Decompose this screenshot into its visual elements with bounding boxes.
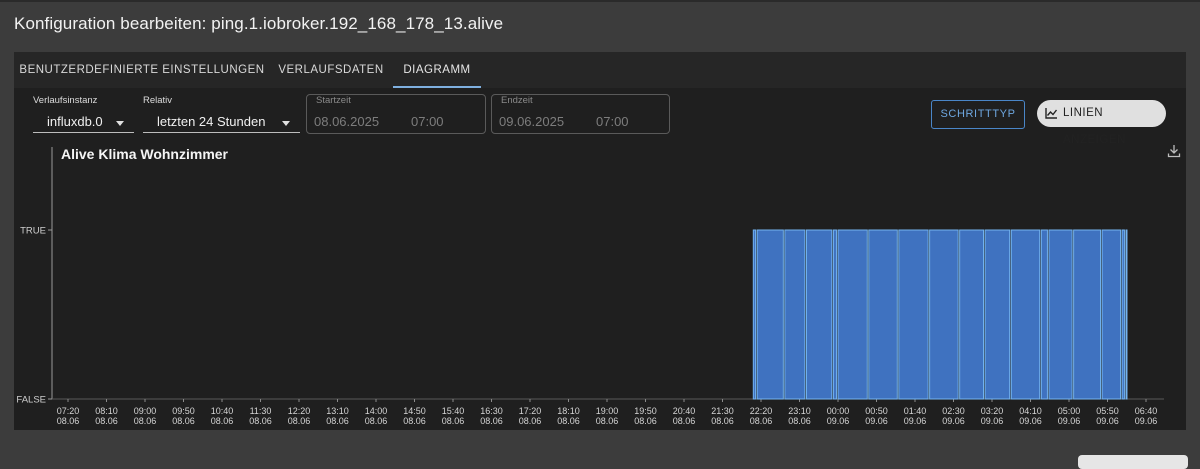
x-tick-time-label: 07:20 <box>57 406 80 416</box>
x-tick-date-label: 08.06 <box>634 416 657 426</box>
x-tick-time-label: 10:40 <box>211 406 234 416</box>
x-tick-date-label: 09.06 <box>981 416 1004 426</box>
x-tick-date-label: 08.06 <box>403 416 426 426</box>
x-tick-date-label: 08.06 <box>557 416 580 426</box>
true-interval-bar <box>1010 229 1041 400</box>
true-interval-bar <box>868 229 898 400</box>
x-tick-date-label: 08.06 <box>288 416 311 426</box>
x-tick-date-label: 09.06 <box>1058 416 1081 426</box>
x-tick-time-label: 14:00 <box>365 406 388 416</box>
x-tick-time-label: 02:30 <box>942 406 965 416</box>
true-interval-bar <box>832 229 837 400</box>
x-tick-time-label: 22:20 <box>750 406 773 416</box>
x-tick-date-label: 08.06 <box>57 416 80 426</box>
x-tick-date-label: 09.06 <box>904 416 927 426</box>
true-interval-bar <box>1125 229 1128 400</box>
x-tick-time-label: 03:20 <box>981 406 1004 416</box>
x-tick-date-label: 08.06 <box>172 416 195 426</box>
x-tick-time-label: 19:00 <box>596 406 619 416</box>
x-tick-time-label: 00:50 <box>865 406 888 416</box>
x-tick-time-label: 00:00 <box>827 406 850 416</box>
true-interval-bar <box>898 229 929 400</box>
x-tick-time-label: 04:10 <box>1019 406 1042 416</box>
x-tick-time-label: 14:50 <box>403 406 426 416</box>
x-tick-time-label: 20:40 <box>673 406 696 416</box>
x-tick-time-label: 05:50 <box>1096 406 1119 416</box>
true-interval-bar <box>984 229 1011 400</box>
x-tick-date-label: 09.06 <box>1019 416 1042 426</box>
x-tick-date-label: 09.06 <box>1135 416 1158 426</box>
y-tick-label: TRUE <box>20 226 46 237</box>
true-interval-bar <box>837 229 868 400</box>
x-tick-time-label: 09:00 <box>134 406 157 416</box>
true-interval-bar <box>752 229 757 400</box>
x-tick-time-label: 11:30 <box>250 406 272 416</box>
x-tick-date-label: 08.06 <box>519 416 542 426</box>
x-tick-time-label: 16:30 <box>480 406 503 416</box>
true-interval-bar <box>805 229 833 400</box>
x-tick-date-label: 08.06 <box>711 416 734 426</box>
x-tick-date-label: 08.06 <box>95 416 118 426</box>
x-tick-date-label: 08.06 <box>134 416 157 426</box>
x-tick-time-label: 09:50 <box>172 406 195 416</box>
x-tick-time-label: 01:40 <box>904 406 927 416</box>
x-tick-date-label: 08.06 <box>673 416 696 426</box>
x-tick-time-label: 06:40 <box>1135 406 1158 416</box>
true-interval-bar <box>959 229 985 400</box>
true-interval-bar <box>1073 229 1102 400</box>
x-tick-time-label: 21:30 <box>711 406 734 416</box>
x-tick-time-label: 23:10 <box>788 406 811 416</box>
top-strip <box>0 0 1200 2</box>
true-interval-bar <box>784 229 806 400</box>
x-tick-date-label: 08.06 <box>442 416 465 426</box>
x-tick-date-label: 08.06 <box>788 416 811 426</box>
x-tick-date-label: 08.06 <box>211 416 234 426</box>
x-tick-date-label: 08.06 <box>750 416 773 426</box>
x-tick-time-label: 12:20 <box>288 406 311 416</box>
x-tick-time-label: 17:20 <box>519 406 542 416</box>
x-tick-date-label: 08.06 <box>326 416 349 426</box>
bottom-button[interactable] <box>1078 455 1188 469</box>
x-tick-time-label: 08:10 <box>95 406 118 416</box>
x-tick-date-label: 09.06 <box>865 416 888 426</box>
true-interval-bar <box>1048 229 1073 400</box>
x-tick-date-label: 08.06 <box>365 416 388 426</box>
true-interval-bar <box>1121 229 1125 400</box>
x-tick-date-label: 08.06 <box>596 416 619 426</box>
true-interval-bar <box>1101 229 1122 400</box>
true-interval-bar <box>756 229 784 400</box>
x-tick-date-label: 08.06 <box>480 416 503 426</box>
x-tick-time-label: 18:10 <box>557 406 580 416</box>
x-tick-date-label: 09.06 <box>942 416 965 426</box>
x-tick-date-label: 09.06 <box>827 416 850 426</box>
x-tick-time-label: 15:40 <box>442 406 465 416</box>
true-interval-bar <box>929 229 959 400</box>
x-tick-date-label: 08.06 <box>249 416 272 426</box>
dialog-content: BENUTZERDEFINIERTE EINSTELLUNGEN VERLAUF… <box>14 52 1186 430</box>
dialog-title: Konfiguration bearbeiten: ping.1.iobroke… <box>14 14 504 33</box>
y-tick-label: FALSE <box>16 395 46 406</box>
x-tick-time-label: 05:00 <box>1058 406 1081 416</box>
x-tick-time-label: 19:50 <box>634 406 657 416</box>
true-interval-bar <box>1040 229 1048 400</box>
x-tick-time-label: 13:10 <box>326 406 349 416</box>
x-tick-date-label: 09.06 <box>1096 416 1119 426</box>
chart-plot: FALSETRUE07:2008.0608:1008.0609:0008.060… <box>16 147 1164 426</box>
